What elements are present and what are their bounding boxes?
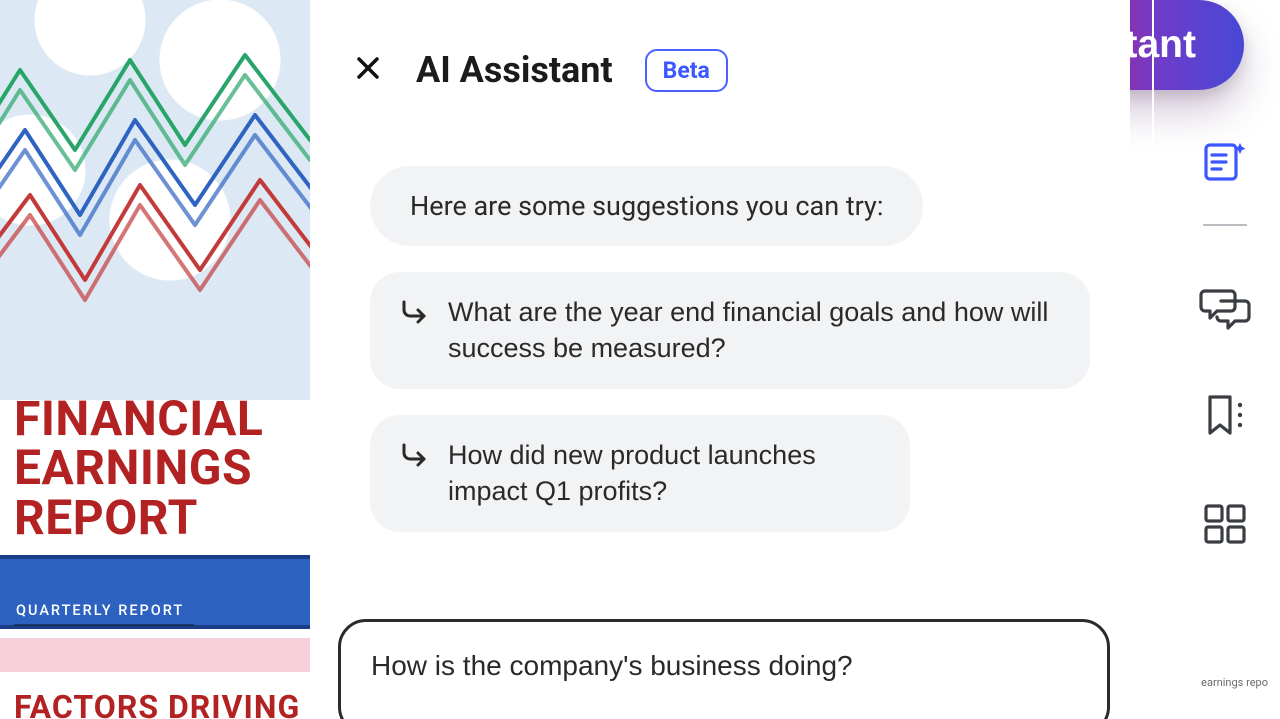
ai-assistant-panel: AI Assistant Beta Here are some suggesti… <box>310 0 1130 719</box>
suggestion-item[interactable]: How did new product launches impact Q1 p… <box>370 415 910 532</box>
doc-title-line1: FINANCIAL <box>14 390 263 447</box>
thumbnails-tool-button[interactable] <box>1196 500 1254 550</box>
suggestion-item[interactable]: What are the year end financial goals an… <box>370 272 1090 389</box>
rail-divider <box>1203 224 1247 226</box>
ai-summary-tool-button[interactable] <box>1196 138 1254 188</box>
quarterly-report-label: QUARTERLY REPORT <box>16 602 184 619</box>
doc-title: FINANCIAL EARNINGS REPORT <box>14 394 263 542</box>
right-tool-rail <box>1170 110 1280 670</box>
doc-title-line3: REPORT <box>14 489 198 546</box>
query-input[interactable] <box>371 650 1077 682</box>
line-chart-decoration <box>0 0 310 340</box>
document-preview: FINANCIAL EARNINGS REPORT QUARTERLY REPO… <box>0 0 310 719</box>
bookmarks-tool-button[interactable] <box>1196 392 1254 442</box>
suggestion-text: What are the year end financial goals an… <box>448 294 1060 367</box>
assistant-intro-message: Here are some suggestions you can try: <box>370 166 923 246</box>
close-panel-button[interactable] <box>346 48 390 92</box>
panel-header: AI Assistant Beta <box>310 0 1130 108</box>
quarterly-underline <box>14 624 194 626</box>
comments-icon <box>1199 285 1251 334</box>
background-doc-snippet: earnings repo <box>1201 676 1268 689</box>
summary-sparkle-icon <box>1200 139 1250 188</box>
assistant-messages: Here are some suggestions you can try: W… <box>310 108 1130 532</box>
doc-section-title: FACTORS DRIVING <box>14 688 300 719</box>
beta-badge: Beta <box>645 49 728 92</box>
query-input-container[interactable] <box>338 619 1110 719</box>
enter-arrow-icon <box>400 298 430 335</box>
grid-icon <box>1202 502 1248 549</box>
bookmark-list-icon <box>1200 393 1250 442</box>
doc-title-line2: EARNINGS <box>14 439 252 496</box>
enter-arrow-icon <box>400 441 430 478</box>
suggestion-text: How did new product launches impact Q1 p… <box>448 437 880 510</box>
pink-band <box>0 638 310 672</box>
panel-title: AI Assistant <box>416 49 613 91</box>
comments-tool-button[interactable] <box>1196 284 1254 334</box>
close-icon <box>355 51 381 90</box>
